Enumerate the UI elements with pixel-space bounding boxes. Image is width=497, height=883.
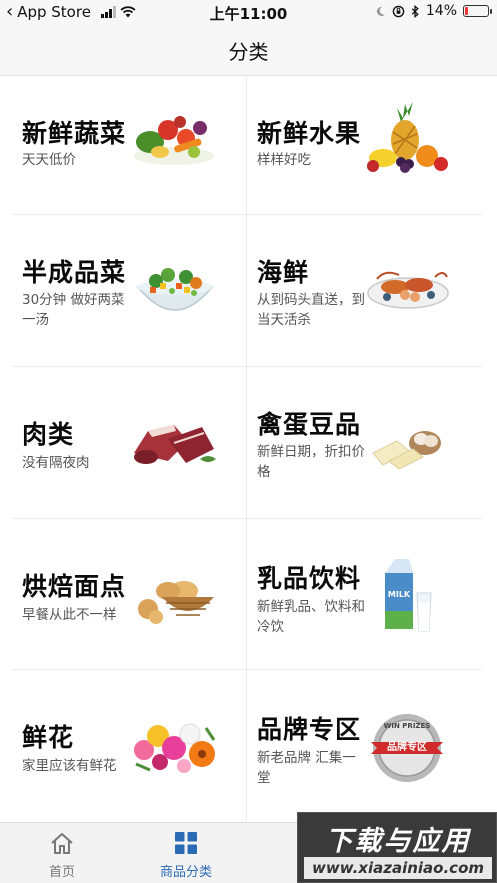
category-name: 乳品饮料 <box>257 564 362 593</box>
svg-text:MILK: MILK <box>388 590 411 599</box>
category-card-fruits[interactable]: 新鲜水果 样样好吃 <box>247 76 492 214</box>
category-name: 禽蛋豆品 <box>257 410 362 439</box>
category-card-seafood[interactable]: 海鲜 从到码头直送，到当天活杀 <box>247 215 492 366</box>
moon-icon <box>376 6 385 16</box>
watermark-title: 下载与应用 <box>325 826 471 857</box>
category-desc: 家里应该有鲜花 <box>22 758 117 774</box>
category-desc: 早餐从此不一样 <box>22 607 117 623</box>
category-name: 新鲜蔬菜 <box>22 119 127 148</box>
brand-badge-text: 品牌专区 <box>387 742 427 753</box>
category-grid: 新鲜蔬菜 天天低价 新鲜水果 样样好吃 半成品菜 30分钟 做好两菜一汤 海鲜 … <box>0 76 497 822</box>
category-desc: 从到码头直送，到当天活杀 <box>257 292 365 328</box>
brand-badge-image: 品牌专区 WIN PRIZES <box>369 710 445 786</box>
category-card-meat[interactable]: 肉类 没有隔夜肉 <box>0 367 245 518</box>
battery-percent: 14% <box>425 3 457 19</box>
navigation-bar: 分类 <box>0 26 497 76</box>
back-chevron-icon: ‹ <box>6 1 14 22</box>
category-card-flowers[interactable]: 鲜花 家里应该有鲜花 <box>0 670 245 822</box>
tab-label: 商品分类 <box>159 865 212 880</box>
category-name: 肉类 <box>22 420 75 449</box>
back-to-app-store[interactable]: ‹ App Store <box>6 3 136 21</box>
watermark: 下载与应用 www.xiazainiao.com <box>297 812 497 883</box>
tab-home[interactable]: 首页 <box>0 823 124 883</box>
back-app-label: App Store <box>17 3 91 21</box>
tab-label: 首页 <box>48 865 75 880</box>
tab-categories[interactable]: 商品分类 <box>124 823 248 883</box>
orientation-lock-icon <box>392 5 405 17</box>
category-grid-icon <box>175 832 197 854</box>
category-name: 品牌专区 <box>257 715 362 744</box>
category-desc: 样样好吃 <box>257 152 311 168</box>
page-title: 分类 <box>228 40 269 64</box>
category-card-vegetables[interactable]: 新鲜蔬菜 天天低价 <box>0 76 245 214</box>
salad-bowl-image <box>136 268 214 311</box>
wifi-icon <box>120 6 136 18</box>
category-name: 新鲜水果 <box>257 119 362 148</box>
status-bar: ‹ App Store 上午11:00 14% <box>0 0 497 26</box>
category-card-brands[interactable]: 品牌专区 新老品牌 汇集一堂 品牌专区 WIN PRIZES <box>247 670 492 822</box>
category-card-prepared-dishes[interactable]: 半成品菜 30分钟 做好两菜一汤 <box>0 215 245 366</box>
category-desc: 30分钟 做好两菜一汤 <box>22 292 125 328</box>
category-desc: 没有隔夜肉 <box>22 455 90 471</box>
brand-badge-ribbon: WIN PRIZES <box>383 722 431 730</box>
eggs-tofu-image <box>372 431 441 470</box>
seafood-platter-image <box>367 271 449 309</box>
bread-basket-image <box>138 581 214 624</box>
category-name: 鲜花 <box>22 723 75 752</box>
meat-image <box>134 425 216 464</box>
battery-level <box>465 7 468 15</box>
category-name: 烘焙面点 <box>22 572 127 601</box>
category-card-dairy-drinks[interactable]: 乳品饮料 新鲜乳品、饮料和冷饮 MILK <box>247 519 492 669</box>
home-icon <box>51 833 73 854</box>
watermark-url: www.xiazainiao.com <box>304 857 492 879</box>
vegetables-image <box>134 116 214 165</box>
category-desc: 天天低价 <box>22 152 76 168</box>
category-name: 海鲜 <box>257 258 310 287</box>
bluetooth-icon <box>411 4 419 18</box>
category-name: 半成品菜 <box>22 258 127 287</box>
fruits-image <box>367 102 448 173</box>
status-icons: 14% <box>375 3 492 19</box>
flower-bouquet-image <box>134 723 216 773</box>
signal-icon <box>100 6 116 18</box>
category-desc: 新鲜乳品、饮料和冷饮 <box>257 599 365 635</box>
milk-carton-image: MILK <box>385 559 432 632</box>
category-desc: 新老品牌 汇集一堂 <box>257 750 356 786</box>
battery-icon <box>463 5 492 17</box>
category-card-eggs-tofu[interactable]: 禽蛋豆品 新鲜日期，折扣价格 <box>247 367 492 518</box>
category-desc: 新鲜日期，折扣价格 <box>257 444 365 480</box>
category-card-bakery[interactable]: 烘焙面点 早餐从此不一样 <box>0 519 245 669</box>
